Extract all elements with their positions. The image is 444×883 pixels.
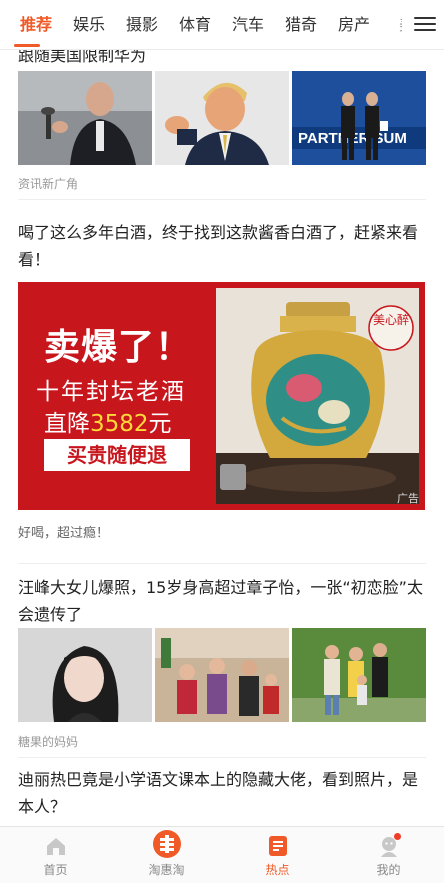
tab-label: 我的 xyxy=(376,863,401,877)
tab-curiosity[interactable]: 猎奇 xyxy=(275,0,327,50)
notification-dot xyxy=(393,833,401,840)
category-bar: 推荐娱乐摄影体育汽车猎奇房产美 xyxy=(0,0,444,50)
divider xyxy=(18,199,426,200)
article-title[interactable]: 汪峰大女儿爆照，15岁身高超过章子怡，一张“初恋脸”太会遗传了 xyxy=(18,574,428,628)
tab-home[interactable]: 首页 xyxy=(0,827,111,883)
ad-banner[interactable]: 卖爆了！ 十年封坛老酒 直降3582元 买贵随便退 美心醉 广告 xyxy=(18,282,425,510)
girl-portrait-photo[interactable] xyxy=(18,628,152,722)
tab-label: 淘惠淘 xyxy=(148,863,185,877)
ad-headline: 卖爆了！ xyxy=(44,326,193,368)
home-icon xyxy=(45,835,67,861)
article-images[interactable] xyxy=(18,628,426,722)
ad-price-prefix: 直降 xyxy=(44,411,90,437)
news-feed[interactable]: 跟随美国限制华为 PARTNER SUM 资讯新广角 喝了这么多年白酒，终于找到… xyxy=(0,36,444,826)
menu-icon[interactable] xyxy=(414,13,436,35)
tab-auto[interactable]: 汽车 xyxy=(222,0,274,50)
tab-realestate[interactable]: 房产 xyxy=(328,0,380,50)
article-title[interactable]: 迪丽热巴竟是小学语文课本上的隐藏大佬，看到照片，是本人？ xyxy=(18,766,428,820)
liquor-jar-photo: 美心醉 xyxy=(216,288,419,504)
category-list: 推荐娱乐摄影体育汽车猎奇房产美 xyxy=(10,0,402,50)
tab-taohui[interactable]: 淘惠淘 xyxy=(111,827,222,883)
article-source: 糖果的妈妈 xyxy=(18,735,79,749)
tab-recommend[interactable]: 推荐 xyxy=(10,0,62,50)
taohui-icon xyxy=(152,829,182,863)
bottom-tab-bar: 首页 淘惠淘 热点 我的 xyxy=(0,826,444,883)
divider xyxy=(18,563,426,564)
tab-beauty[interactable]: 美 xyxy=(381,0,402,50)
tab-photography[interactable]: 摄影 xyxy=(116,0,168,50)
tab-hot[interactable]: 热点 xyxy=(222,827,333,883)
family-indoor-photo[interactable] xyxy=(155,628,289,722)
ad-guarantee: 买贵随便退 xyxy=(44,439,190,471)
article-images[interactable]: PARTNER SUM xyxy=(18,71,426,165)
article-title[interactable]: 喝了这么多年白酒，终于找到这款酱香白酒了，赶紧来看看！ xyxy=(18,219,428,273)
ad-price-number: 3582 xyxy=(90,411,149,437)
tab-profile[interactable]: 我的 xyxy=(333,827,444,883)
ad-price-suffix: 元 xyxy=(148,411,172,437)
tab-label: 热点 xyxy=(265,863,290,877)
ad-text-panel: 卖爆了！ 十年封坛老酒 直降3582元 买贵随便退 xyxy=(18,282,216,510)
ad-label: 广告 xyxy=(397,492,419,505)
pointing-man-photo[interactable] xyxy=(155,71,289,165)
article-source: 资讯新广角 xyxy=(18,177,79,191)
tab-sports[interactable]: 体育 xyxy=(169,0,221,50)
family-outdoor-photo[interactable] xyxy=(292,628,426,722)
divider xyxy=(18,757,426,758)
ad-subline: 十年封坛老酒 xyxy=(36,379,186,405)
ad-seal-text: 美心醉 xyxy=(373,312,409,327)
active-tab-indicator xyxy=(14,44,40,47)
article-source: 好喝，超过瘾！ xyxy=(18,526,110,541)
hot-icon xyxy=(267,835,289,861)
speaker-at-podium-photo[interactable] xyxy=(18,71,152,165)
tab-label: 首页 xyxy=(43,863,68,877)
profile-icon xyxy=(378,833,401,861)
ad-price-line: 直降3582元 xyxy=(44,404,172,438)
conference-stage-photo[interactable]: PARTNER SUM xyxy=(292,71,426,165)
tab-entertainment[interactable]: 娱乐 xyxy=(63,0,115,50)
